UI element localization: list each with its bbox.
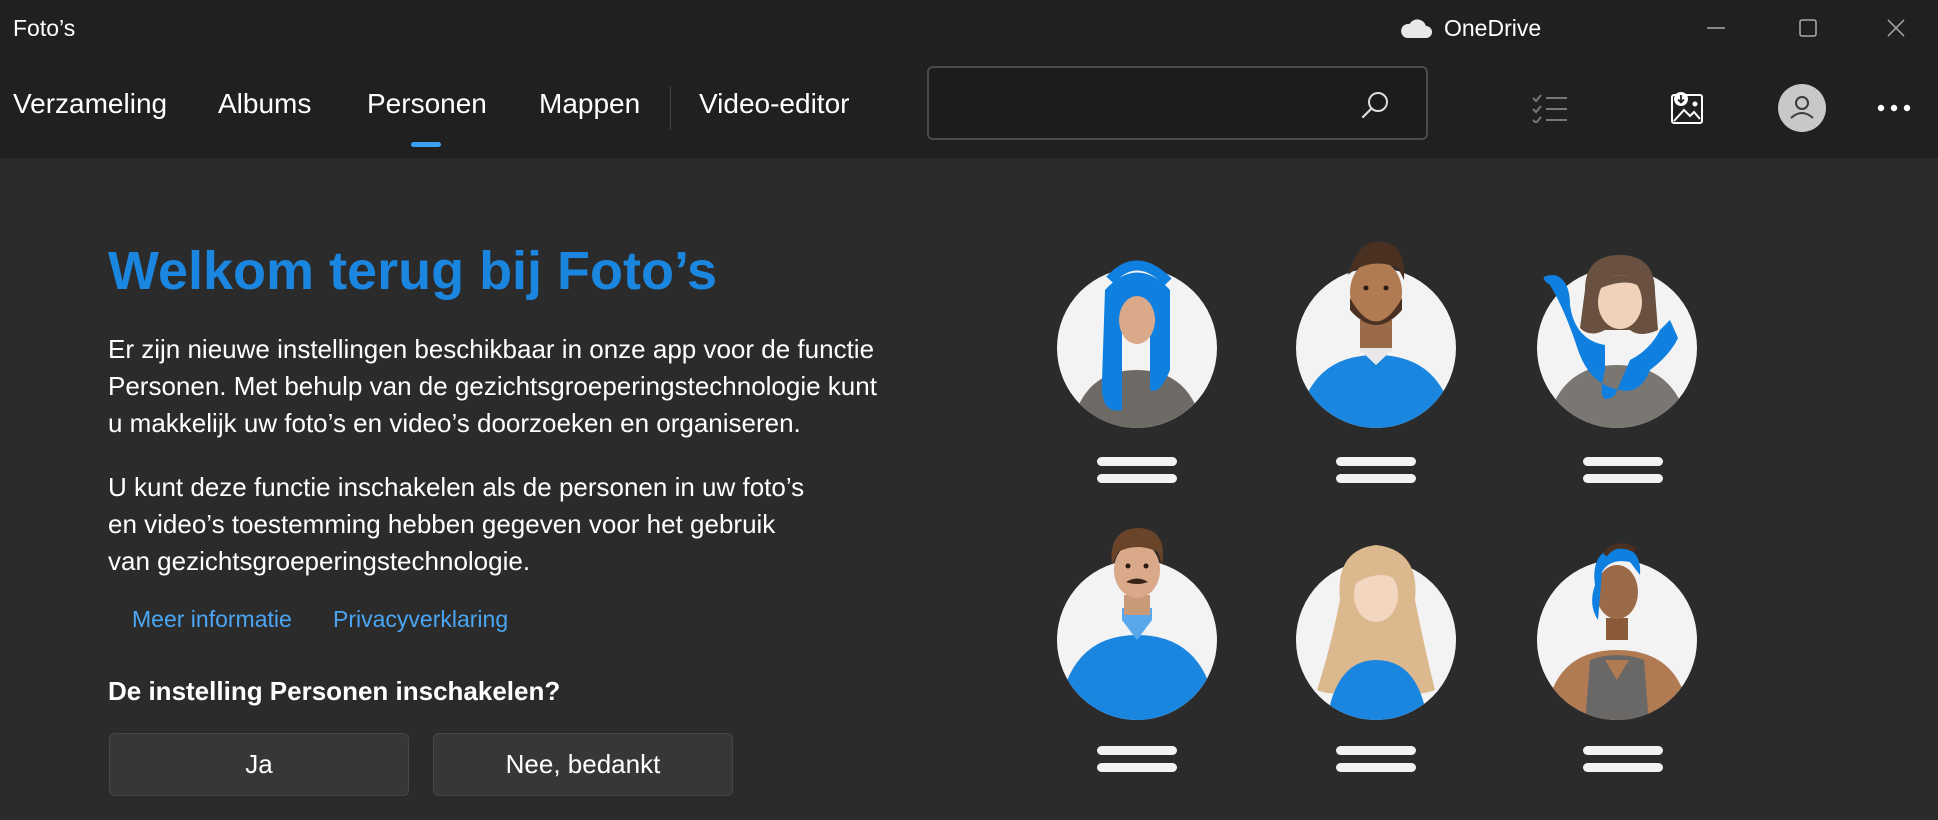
- app-title: Foto’s: [13, 15, 76, 41]
- consent-line: en video’s toestemming hebben gegeven vo…: [108, 509, 776, 539]
- select-checklist-icon: [1532, 94, 1567, 123]
- tab-video-editor[interactable]: Video-editor: [699, 88, 849, 120]
- intro-line: Er zijn nieuwe instellingen beschikbaar …: [108, 334, 875, 364]
- more-button[interactable]: [1866, 80, 1922, 136]
- close-icon: [1887, 19, 1905, 37]
- title-bar: Foto’s OneDrive: [0, 0, 1938, 56]
- avatar-person-2: [1296, 241, 1456, 428]
- privacy-link[interactable]: Privacyverklaring: [333, 606, 508, 633]
- nav-bar: Verzameling Albums Personen Mappen Video…: [0, 56, 1938, 158]
- minimize-button[interactable]: [1670, 0, 1762, 56]
- avatar-person-1: [1057, 260, 1217, 428]
- consent-line: van gezichtsgroeperingstechnologie.: [108, 546, 531, 576]
- tab-mappen[interactable]: Mappen: [539, 88, 640, 120]
- people-illustration: [1057, 241, 1697, 772]
- onedrive-cloud-icon: [1401, 19, 1432, 38]
- tab-personen[interactable]: Personen: [367, 88, 487, 120]
- account-button[interactable]: [1774, 80, 1830, 136]
- avatar-person-4: [1057, 528, 1217, 720]
- maximize-icon: [1799, 19, 1817, 37]
- intro-line: Personen. Met behulp van de gezichtsgroe…: [108, 371, 877, 401]
- consent-line: U kunt deze functie inschakelen als de p…: [108, 472, 805, 502]
- more-icon: [1877, 104, 1911, 112]
- intro-paragraph: Er zijn nieuwe instellingen beschikbaar …: [108, 331, 877, 442]
- maximize-button[interactable]: [1762, 0, 1854, 56]
- avatar-person-6: [1537, 543, 1697, 720]
- nav-divider: [670, 86, 671, 130]
- active-tab-indicator: [411, 142, 441, 147]
- onedrive-button[interactable]: OneDrive: [1398, 13, 1541, 43]
- avatar-person-3: [1537, 255, 1697, 428]
- search-icon[interactable]: [1360, 90, 1390, 120]
- minimize-icon: [1707, 27, 1725, 29]
- onedrive-label: OneDrive: [1444, 14, 1542, 41]
- tab-albums[interactable]: Albums: [218, 88, 311, 120]
- account-icon: [1778, 84, 1826, 132]
- no-thanks-button[interactable]: Nee, bedankt: [433, 733, 733, 796]
- tab-verzameling[interactable]: Verzameling: [13, 88, 167, 120]
- import-button[interactable]: [1659, 80, 1715, 136]
- import-icon: [1671, 92, 1703, 124]
- yes-button[interactable]: Ja: [109, 733, 409, 796]
- enable-question: De instelling Personen inschakelen?: [108, 676, 561, 706]
- close-button[interactable]: [1854, 0, 1938, 56]
- more-info-link[interactable]: Meer informatie: [132, 606, 292, 633]
- intro-line: u makkelijk uw foto’s en video’s doorzoe…: [108, 408, 801, 438]
- consent-paragraph: U kunt deze functie inschakelen als de p…: [108, 469, 804, 580]
- select-button[interactable]: [1522, 80, 1578, 136]
- avatar-person-5: [1296, 545, 1456, 720]
- welcome-heading: Welkom terug bij Foto’s: [108, 241, 718, 301]
- search-box[interactable]: [927, 66, 1428, 140]
- search-input[interactable]: [943, 84, 1343, 122]
